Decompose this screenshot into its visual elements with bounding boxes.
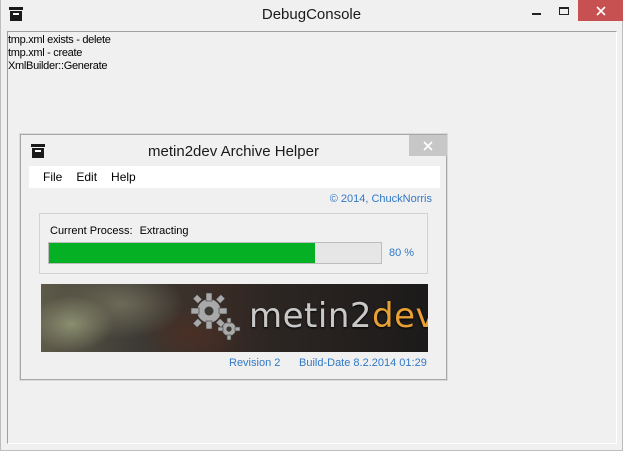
helper-titlebar[interactable]: metin2dev Archive Helper <box>21 135 447 166</box>
menu-help[interactable]: Help <box>104 166 143 188</box>
copyright-link[interactable]: © 2014, ChuckNorris <box>29 193 432 205</box>
debug-console-window: DebugConsole tmp.xml exists - delete tmp.… <box>0 0 623 451</box>
build-date-label: Build-Date 8.2.2014 01:29 <box>299 357 427 369</box>
maximize-icon <box>559 6 569 15</box>
log-line: XmlBuilder::Generate <box>8 60 108 72</box>
log-line: tmp.xml exists - delete <box>8 34 111 46</box>
helper-close-button[interactable] <box>409 135 447 156</box>
banner-logo-accent: dev <box>372 296 428 336</box>
progress-percent: 80 % <box>389 247 415 259</box>
process-panel: Current Process: Extracting 80 % <box>39 213 428 274</box>
console-close-button[interactable] <box>578 0 623 21</box>
process-value: Extracting <box>139 225 189 237</box>
console-titlebar[interactable]: DebugConsole <box>1 0 623 30</box>
close-icon <box>595 5 606 16</box>
console-maximize-button[interactable] <box>550 0 578 21</box>
menubar: File Edit Help <box>29 166 440 188</box>
log-lines: tmp.xml exists - delete tmp.xml - create X… <box>8 34 111 73</box>
menu-edit[interactable]: Edit <box>69 166 104 188</box>
progress-bar <box>48 242 382 264</box>
metin2dev-banner: metin2dev <box>41 284 428 352</box>
log-line: tmp.xml - create <box>8 47 83 59</box>
minimize-icon <box>531 12 541 15</box>
menu-file[interactable]: File <box>36 166 69 188</box>
revision-label: Revision 2 <box>229 357 281 369</box>
helper-title: metin2dev Archive Helper <box>148 143 319 160</box>
close-icon <box>423 140 433 151</box>
banner-logo-main: metin2 <box>249 296 372 336</box>
gears-icon <box>190 292 241 341</box>
archive-helper-window: metin2dev Archive Helper File Edit Help … <box>20 134 447 380</box>
process-label: Current Process: <box>50 225 133 237</box>
process-status: Current Process: Extracting <box>50 225 189 237</box>
console-minimize-button[interactable] <box>522 0 550 21</box>
progress-fill <box>49 243 315 263</box>
banner-logo: metin2dev <box>249 296 428 336</box>
